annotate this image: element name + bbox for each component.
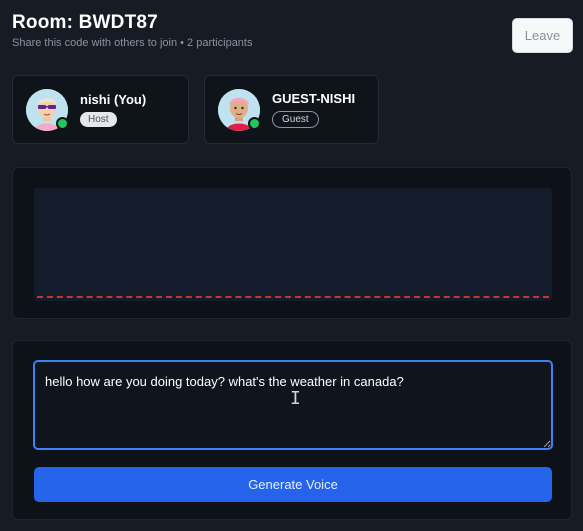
voice-input-panel: I Generate Voice — [12, 340, 572, 520]
leave-button[interactable]: Leave — [512, 18, 573, 53]
participants-list: nishi (You) Host GUEST-NISHI Guest — [12, 75, 379, 144]
room-title: Room: BWDT87 — [12, 12, 158, 33]
avatar — [218, 88, 261, 131]
waveform-panel — [12, 167, 572, 319]
message-text-input[interactable] — [33, 360, 553, 450]
role-badge-host: Host — [80, 112, 117, 127]
role-badge-guest: Guest — [272, 111, 319, 128]
avatar — [26, 88, 69, 131]
waveform-baseline — [37, 296, 549, 298]
waveform-display — [34, 188, 552, 301]
participant-card-host: nishi (You) Host — [12, 75, 189, 144]
room-header: Room: BWDT87 Share this code with others… — [12, 12, 252, 49]
participant-name: nishi (You) — [80, 92, 147, 107]
room-subtitle: Share this code with others to join • 2 … — [12, 37, 253, 49]
participant-name: GUEST-NISHI — [272, 91, 356, 106]
participant-card-guest: GUEST-NISHI Guest — [204, 75, 379, 144]
online-status-indicator — [248, 116, 261, 130]
online-status-indicator — [56, 116, 69, 130]
generate-voice-button[interactable]: Generate Voice — [34, 467, 552, 502]
